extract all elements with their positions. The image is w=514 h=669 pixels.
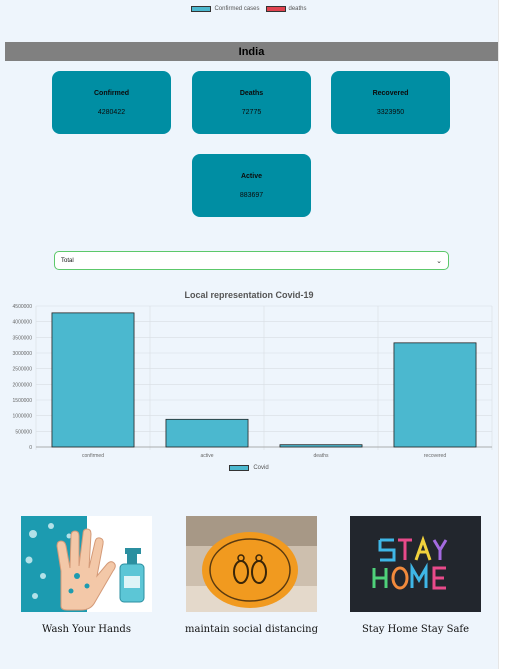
country-title: India xyxy=(238,45,265,58)
legend-swatch-deaths xyxy=(265,6,286,12)
legend-swatch-covid xyxy=(229,465,250,471)
deaths-label: Deaths xyxy=(239,89,264,97)
legend-label-deaths: deaths xyxy=(288,6,307,12)
country-header: India xyxy=(5,42,498,61)
recovered-label: Recovered xyxy=(372,89,409,97)
legend-swatch-confirmed xyxy=(191,6,212,12)
x-tick-label: deaths xyxy=(313,453,329,459)
x-tick-label: active xyxy=(200,453,213,459)
legend-label-confirmed: Confirmed cases xyxy=(214,6,260,12)
bar-chart: 0 500000 1000000 1500000 2000000 2500000 30000… xyxy=(13,304,493,459)
wash-hands-caption: Wash Your Hands xyxy=(42,624,131,635)
scrollbar[interactable] xyxy=(498,0,514,669)
y-tick-label: 2500000 xyxy=(13,367,33,373)
page: Confirmed cases deaths India Confirmed 4… xyxy=(0,0,498,669)
y-tick-label: 1500000 xyxy=(13,398,33,404)
select-value: Total xyxy=(61,257,74,264)
y-tick-label: 1000000 xyxy=(13,414,33,420)
stay-home-caption: Stay Home Stay Safe xyxy=(361,624,470,635)
bar-recovered xyxy=(393,342,477,448)
active-label: Active xyxy=(240,172,262,180)
y-tick-label: 500000 xyxy=(15,429,32,435)
y-tick-label: 2000000 xyxy=(13,382,33,388)
bar-deaths xyxy=(279,444,363,448)
confirmed-value: 4280422 xyxy=(97,108,126,116)
data-type-select[interactable]: Total ⌄ xyxy=(54,251,449,270)
top-legend: Confirmed cases deaths xyxy=(0,6,498,12)
legend-label-covid: Covid xyxy=(253,465,269,471)
deaths-card: Deaths 72775 xyxy=(192,71,311,134)
y-tick-label: 0 xyxy=(29,445,32,451)
confirmed-label: Confirmed xyxy=(94,89,129,97)
social-distancing-caption: maintain social distancing xyxy=(185,624,318,635)
active-card: Active 883697 xyxy=(192,154,311,217)
floor-distancing-sticker-image xyxy=(186,516,317,612)
y-tick-label: 4500000 xyxy=(13,304,33,310)
x-tick-label: recovered xyxy=(424,453,446,459)
y-tick-label: 3000000 xyxy=(13,351,33,357)
stay-home-chalkboard-image xyxy=(350,516,481,612)
bar-confirmed xyxy=(51,312,135,448)
legend-item-deaths[interactable]: deaths xyxy=(265,6,307,12)
hand-sanitizer-image xyxy=(21,516,152,612)
recovered-card: Recovered 3323950 xyxy=(331,71,450,134)
chart-title: Local representation Covid-19 xyxy=(184,290,314,300)
active-value: 883697 xyxy=(239,191,264,199)
y-tick-label: 3500000 xyxy=(13,335,33,341)
deaths-value: 72775 xyxy=(241,108,262,116)
legend-item-confirmed[interactable]: Confirmed cases xyxy=(191,6,260,12)
confirmed-card: Confirmed 4280422 xyxy=(52,71,171,134)
chevron-down-icon: ⌄ xyxy=(436,257,442,265)
x-tick-label: confirmed xyxy=(82,453,104,459)
bar-active xyxy=(165,418,249,448)
chart-legend[interactable]: Covid xyxy=(0,465,498,471)
recovered-value: 3323950 xyxy=(376,108,405,116)
y-tick-label: 4000000 xyxy=(13,320,33,326)
